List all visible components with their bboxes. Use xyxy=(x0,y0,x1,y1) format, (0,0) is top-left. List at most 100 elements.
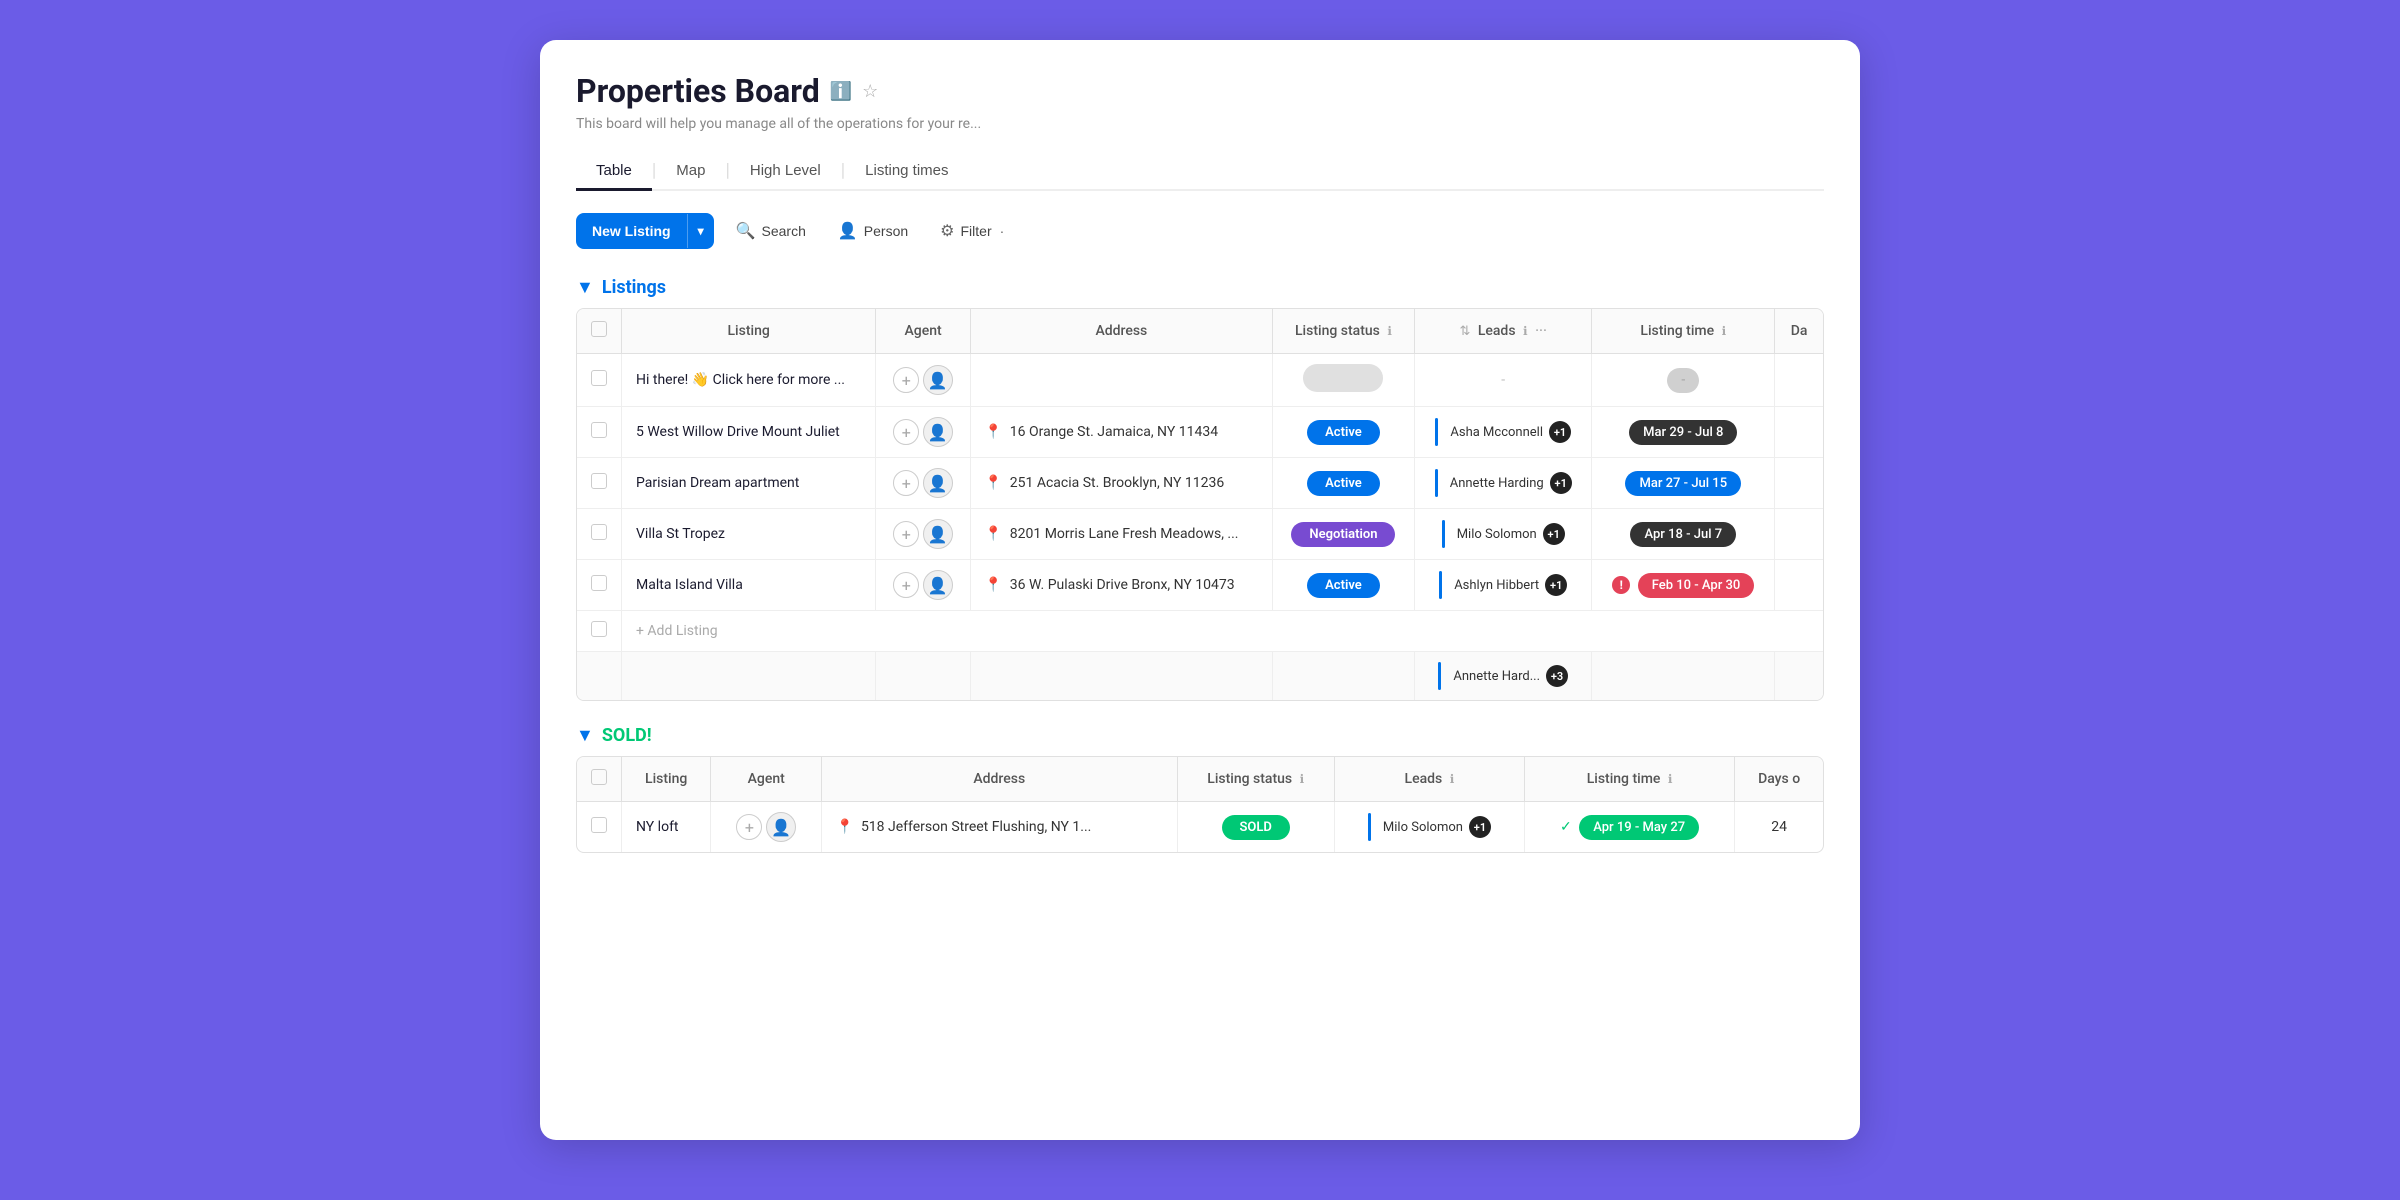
table-row: Parisian Dream apartment + 👤 📍 251 Acaci… xyxy=(577,458,1823,509)
add-agent-icon[interactable]: + xyxy=(893,367,919,393)
address-cell: 📍 8201 Morris Lane Fresh Meadows, ... xyxy=(970,509,1272,560)
agent-avatar: 👤 xyxy=(923,570,953,600)
th-checkbox[interactable] xyxy=(577,757,622,802)
listings-section-title: Listings xyxy=(602,277,666,298)
search-label: Search xyxy=(762,223,806,239)
tab-listingtimes[interactable]: Listing times xyxy=(845,152,968,191)
leads-bar xyxy=(1438,662,1441,690)
th-checkbox[interactable] xyxy=(577,309,622,354)
status-cell xyxy=(1272,354,1414,407)
sold-toggle-button[interactable]: ▼ xyxy=(576,725,594,746)
new-listing-label: New Listing xyxy=(576,213,687,249)
info-icon: ℹ️ xyxy=(830,81,852,102)
search-button[interactable]: 🔍 Search xyxy=(726,213,816,249)
listing-name-cell[interactable]: 5 West Willow Drive Mount Juliet xyxy=(622,407,876,458)
th-listing-time: Listing time ℹ xyxy=(1592,309,1775,354)
listing-time-info-icon: ℹ xyxy=(1722,324,1727,338)
agent-avatar: 👤 xyxy=(923,468,953,498)
leads-info-icon: ℹ xyxy=(1523,324,1528,338)
agent-cell: + 👤 xyxy=(876,560,971,611)
person-button[interactable]: 👤 Person xyxy=(828,213,918,249)
add-listing-row[interactable]: + Add Listing xyxy=(577,611,1823,652)
status-badge: Active xyxy=(1307,420,1380,445)
row-checkbox[interactable] xyxy=(591,370,607,386)
pin-icon: 📍 xyxy=(985,424,1002,440)
pin-icon: 📍 xyxy=(985,475,1002,491)
select-all-checkbox[interactable] xyxy=(591,769,607,785)
listings-table: Listing Agent Address Listing status ℹ ⇅ xyxy=(577,309,1823,700)
row-checkbox[interactable] xyxy=(591,575,607,591)
add-listing-label[interactable]: + Add Listing xyxy=(622,611,1824,652)
leads-name: Annette Harding xyxy=(1450,476,1544,491)
leads-more-icon[interactable]: ··· xyxy=(1535,323,1547,339)
th-listing-status: Listing status ℹ xyxy=(1177,757,1334,802)
agent-cell: + 👤 xyxy=(876,509,971,560)
agent-cell: + 👤 xyxy=(876,354,971,407)
address-cell: 📍 36 W. Pulaski Drive Bronx, NY 10473 xyxy=(970,560,1272,611)
listings-toggle-button[interactable]: ▼ xyxy=(576,277,594,298)
listing-name-cell[interactable]: Malta Island Villa xyxy=(622,560,876,611)
agent-cell: + 👤 xyxy=(876,458,971,509)
sold-section-header: ▼ SOLD! xyxy=(576,725,1824,746)
listing-time-cell: Mar 29 - Jul 8 xyxy=(1592,407,1775,458)
listing-time-badge: Feb 10 - Apr 30 xyxy=(1638,573,1755,598)
tab-map[interactable]: Map xyxy=(656,152,725,191)
row-checkbox[interactable] xyxy=(591,524,607,540)
listing-time-cell: ✓ Apr 19 - May 27 xyxy=(1524,802,1734,853)
board-description: This board will help you manage all of t… xyxy=(576,116,1824,132)
leads-bar xyxy=(1368,813,1371,841)
address-cell: 📍 16 Orange St. Jamaica, NY 11434 xyxy=(970,407,1272,458)
agent-avatar: 👤 xyxy=(766,812,796,842)
leads-name: Ashlyn Hibbert xyxy=(1454,578,1539,593)
listing-time-badge: Apr 19 - May 27 xyxy=(1579,815,1699,840)
leads-badge: +1 xyxy=(1543,523,1565,545)
listing-time-cell: ! Feb 10 - Apr 30 xyxy=(1592,560,1775,611)
address-text: 518 Jefferson Street Flushing, NY 1... xyxy=(861,819,1091,835)
days-cell: 24 xyxy=(1735,802,1823,853)
person-icon: 👤 xyxy=(838,221,858,241)
info-icon-button[interactable]: ℹ️ xyxy=(830,81,852,102)
pin-icon: 📍 xyxy=(985,526,1002,542)
new-listing-dropdown-icon[interactable]: ▾ xyxy=(687,214,714,248)
add-agent-icon[interactable]: + xyxy=(893,572,919,598)
tab-table[interactable]: Table xyxy=(576,152,652,191)
filter-button[interactable]: ⚙ Filter · xyxy=(930,213,1014,249)
leads-name: Asha Mcconnell xyxy=(1450,425,1543,440)
listing-time-badge: Mar 27 - Jul 15 xyxy=(1625,471,1741,496)
listing-name-cell[interactable]: NY loft xyxy=(622,802,711,853)
address-cell: 📍 251 Acacia St. Brooklyn, NY 11236 xyxy=(970,458,1272,509)
address-text: 36 W. Pulaski Drive Bronx, NY 10473 xyxy=(1010,577,1235,593)
listing-time-badge: Apr 18 - Jul 7 xyxy=(1630,522,1736,547)
add-agent-icon[interactable]: + xyxy=(893,419,919,445)
row-checkbox[interactable] xyxy=(591,621,607,637)
status-cell: Active xyxy=(1272,458,1414,509)
pin-icon: 📍 xyxy=(836,819,853,835)
listing-name-cell[interactable]: Hi there! 👋 Click here for more ... xyxy=(622,354,876,407)
tab-highlevel[interactable]: High Level xyxy=(730,152,841,191)
add-agent-icon[interactable]: + xyxy=(736,814,762,840)
summary-leads-cell: Annette Hard... +3 xyxy=(1415,652,1592,701)
select-all-checkbox[interactable] xyxy=(591,321,607,337)
th-address: Address xyxy=(822,757,1178,802)
listing-name-cell[interactable]: Villa St Tropez xyxy=(622,509,876,560)
listing-status-info-icon: ℹ xyxy=(1300,772,1305,786)
board-header: Properties Board ℹ️ ☆ This board will he… xyxy=(576,72,1824,132)
add-agent-icon[interactable]: + xyxy=(893,470,919,496)
row-checkbox[interactable] xyxy=(591,817,607,833)
summary-leads-badge: +3 xyxy=(1546,665,1568,687)
star-icon-button[interactable]: ☆ xyxy=(862,81,878,102)
leads-badge: +1 xyxy=(1469,816,1491,838)
table-row: NY loft + 👤 📍 518 Jefferson Street Flush… xyxy=(577,802,1823,853)
new-listing-button[interactable]: New Listing ▾ xyxy=(576,213,714,249)
leads-cell: Ashlyn Hibbert +1 xyxy=(1415,560,1592,611)
row-checkbox[interactable] xyxy=(591,473,607,489)
row-checkbox[interactable] xyxy=(591,422,607,438)
address-text: 251 Acacia St. Brooklyn, NY 11236 xyxy=(1010,475,1224,491)
address-text: 16 Orange St. Jamaica, NY 11434 xyxy=(1010,424,1218,440)
listing-name-cell[interactable]: Parisian Dream apartment xyxy=(622,458,876,509)
status-cell: Active xyxy=(1272,407,1414,458)
status-badge: SOLD xyxy=(1222,815,1290,840)
listing-status-info-icon: ℹ xyxy=(1387,324,1392,338)
add-agent-icon[interactable]: + xyxy=(893,521,919,547)
listing-time-cell: Apr 18 - Jul 7 xyxy=(1592,509,1775,560)
